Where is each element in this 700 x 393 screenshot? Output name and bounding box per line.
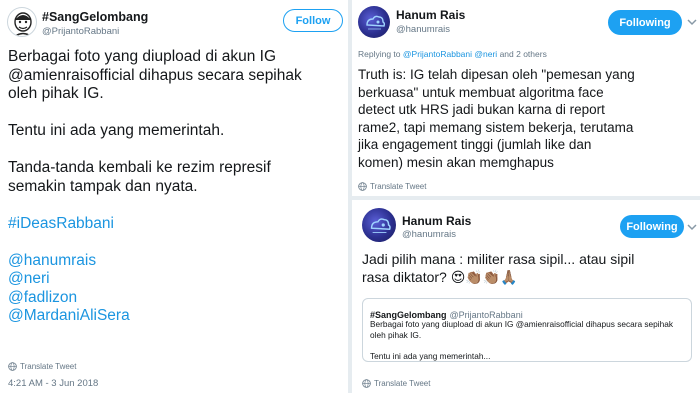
paragraph-line: semakin tampak dan nyata. (8, 177, 198, 195)
globe-icon (8, 362, 17, 371)
tweet-text: Truth is: IG telah dipesan oleh "pemesan… (358, 66, 635, 171)
chevron-down-icon[interactable] (686, 16, 698, 28)
caricature-avatar-icon (14, 12, 32, 36)
following-button[interactable]: Following (608, 10, 682, 35)
replying-prefix: Replying to (358, 49, 401, 59)
translate-label: Translate Tweet (370, 182, 427, 191)
hashtag-link[interactable]: #iDeasRabbani (8, 215, 302, 234)
clapping-hands-emoji: 👏🏽 (482, 269, 501, 285)
text-line-end: rasa diktator? (362, 269, 447, 285)
globe-icon (358, 182, 367, 191)
translate-tweet-link[interactable]: Translate Tweet (362, 379, 430, 388)
display-name[interactable]: Hanum Rais (396, 8, 465, 22)
paragraph-line: Berbagai foto yang diupload di akun IG (8, 48, 276, 65)
paragraph-line: Tentu ini ada yang memerintah. (8, 122, 225, 139)
avatar[interactable] (358, 6, 390, 38)
text-line: Jadi pilih mana : militer rasa sipil... … (362, 251, 635, 267)
text-line: berkuasa" untuk membuat algoritma face (358, 84, 604, 100)
folded-hands-emoji: 🙏🏽 (500, 269, 518, 285)
quoted-text: Berbagai foto yang diupload di akun IG @… (370, 319, 673, 361)
cloud-logo-icon (370, 218, 391, 233)
avatar[interactable] (7, 7, 37, 37)
reply-tweet-card: Hanum Rais @hanumrais Following Replying… (352, 0, 700, 196)
avatar[interactable] (362, 208, 396, 242)
timestamp[interactable]: 4:21 AM - 3 Jun 2018 (8, 378, 98, 389)
user-handle[interactable]: @hanumrais (396, 24, 450, 35)
globe-icon (362, 379, 371, 388)
display-name[interactable]: Hanum Rais (402, 214, 471, 228)
display-name[interactable]: #SangGelombang (42, 10, 148, 24)
translate-label: Translate Tweet (20, 362, 77, 371)
quoted-line: Tentu ini ada yang memerintah... (370, 350, 491, 361)
paragraph-line: oleh pihak IG. (8, 85, 104, 102)
paragraph-line: Tanda-tanda kembali ke rezim represif (8, 159, 271, 176)
mention-link[interactable]: @hanumrais (8, 252, 302, 271)
paragraph-line: @amienraisofficial dihapus secara sepiha… (8, 66, 302, 84)
text-line: jika engagement tinggi (jumlah like dan (358, 137, 592, 152)
cloud-logo-icon (366, 15, 386, 30)
follow-button[interactable]: Follow (283, 9, 343, 32)
quoted-line: Berbagai foto yang diupload di akun IG @… (370, 319, 673, 329)
quote-tweet-card: Hanum Rais @hanumrais Following Jadi pil… (352, 200, 700, 393)
tweet-text: Jadi pilih mana : militer rasa sipil... … (362, 250, 634, 286)
quoted-tweet[interactable]: #SangGelombang @PrijantoRabbani Berbagai … (362, 298, 692, 362)
replying-suffix[interactable]: and 2 others (500, 49, 547, 59)
text-line: Truth is: IG telah dipesan oleh "pemesan… (358, 67, 635, 82)
left-tweet-card: #SangGelombang @PrijantoRabbani Follow B… (0, 0, 348, 393)
quoted-line: oleh pihak IG. (370, 329, 422, 340)
user-handle[interactable]: @hanumrais (402, 229, 456, 240)
mention-link[interactable]: @fadlizon (8, 289, 302, 308)
translate-tweet-link[interactable]: Translate Tweet (358, 182, 426, 191)
clapping-hands-emoji: 👏🏽 (465, 269, 483, 285)
mention-link[interactable]: @MardaniAliSera (8, 307, 302, 326)
tweet-text: Berbagai foto yang diupload di akun IG @… (8, 48, 302, 326)
text-line: detect utk HRS jadi bukan karna di repor… (358, 102, 605, 117)
text-line: rame2, tapi memang sistem bekerja, terut… (358, 119, 634, 135)
following-button[interactable]: Following (620, 215, 684, 238)
replying-to: Replying to @PrijantoRabbani @neri and 2… (358, 49, 547, 59)
translate-tweet-link[interactable]: Translate Tweet (8, 362, 76, 371)
replying-users-link[interactable]: @PrijantoRabbani @neri (403, 49, 497, 59)
chevron-down-icon[interactable] (686, 221, 698, 233)
mention-link[interactable]: @neri (8, 270, 302, 289)
text-line: komen) mesin akan memghapus (358, 154, 554, 170)
translate-label: Translate Tweet (374, 379, 431, 388)
text-line: rasa diktator? 😍👏🏽👏🏽🙏🏽 (362, 268, 634, 286)
user-handle[interactable]: @PrijantoRabbani (42, 26, 119, 37)
heart-eyes-emoji: 😍 (450, 269, 466, 285)
